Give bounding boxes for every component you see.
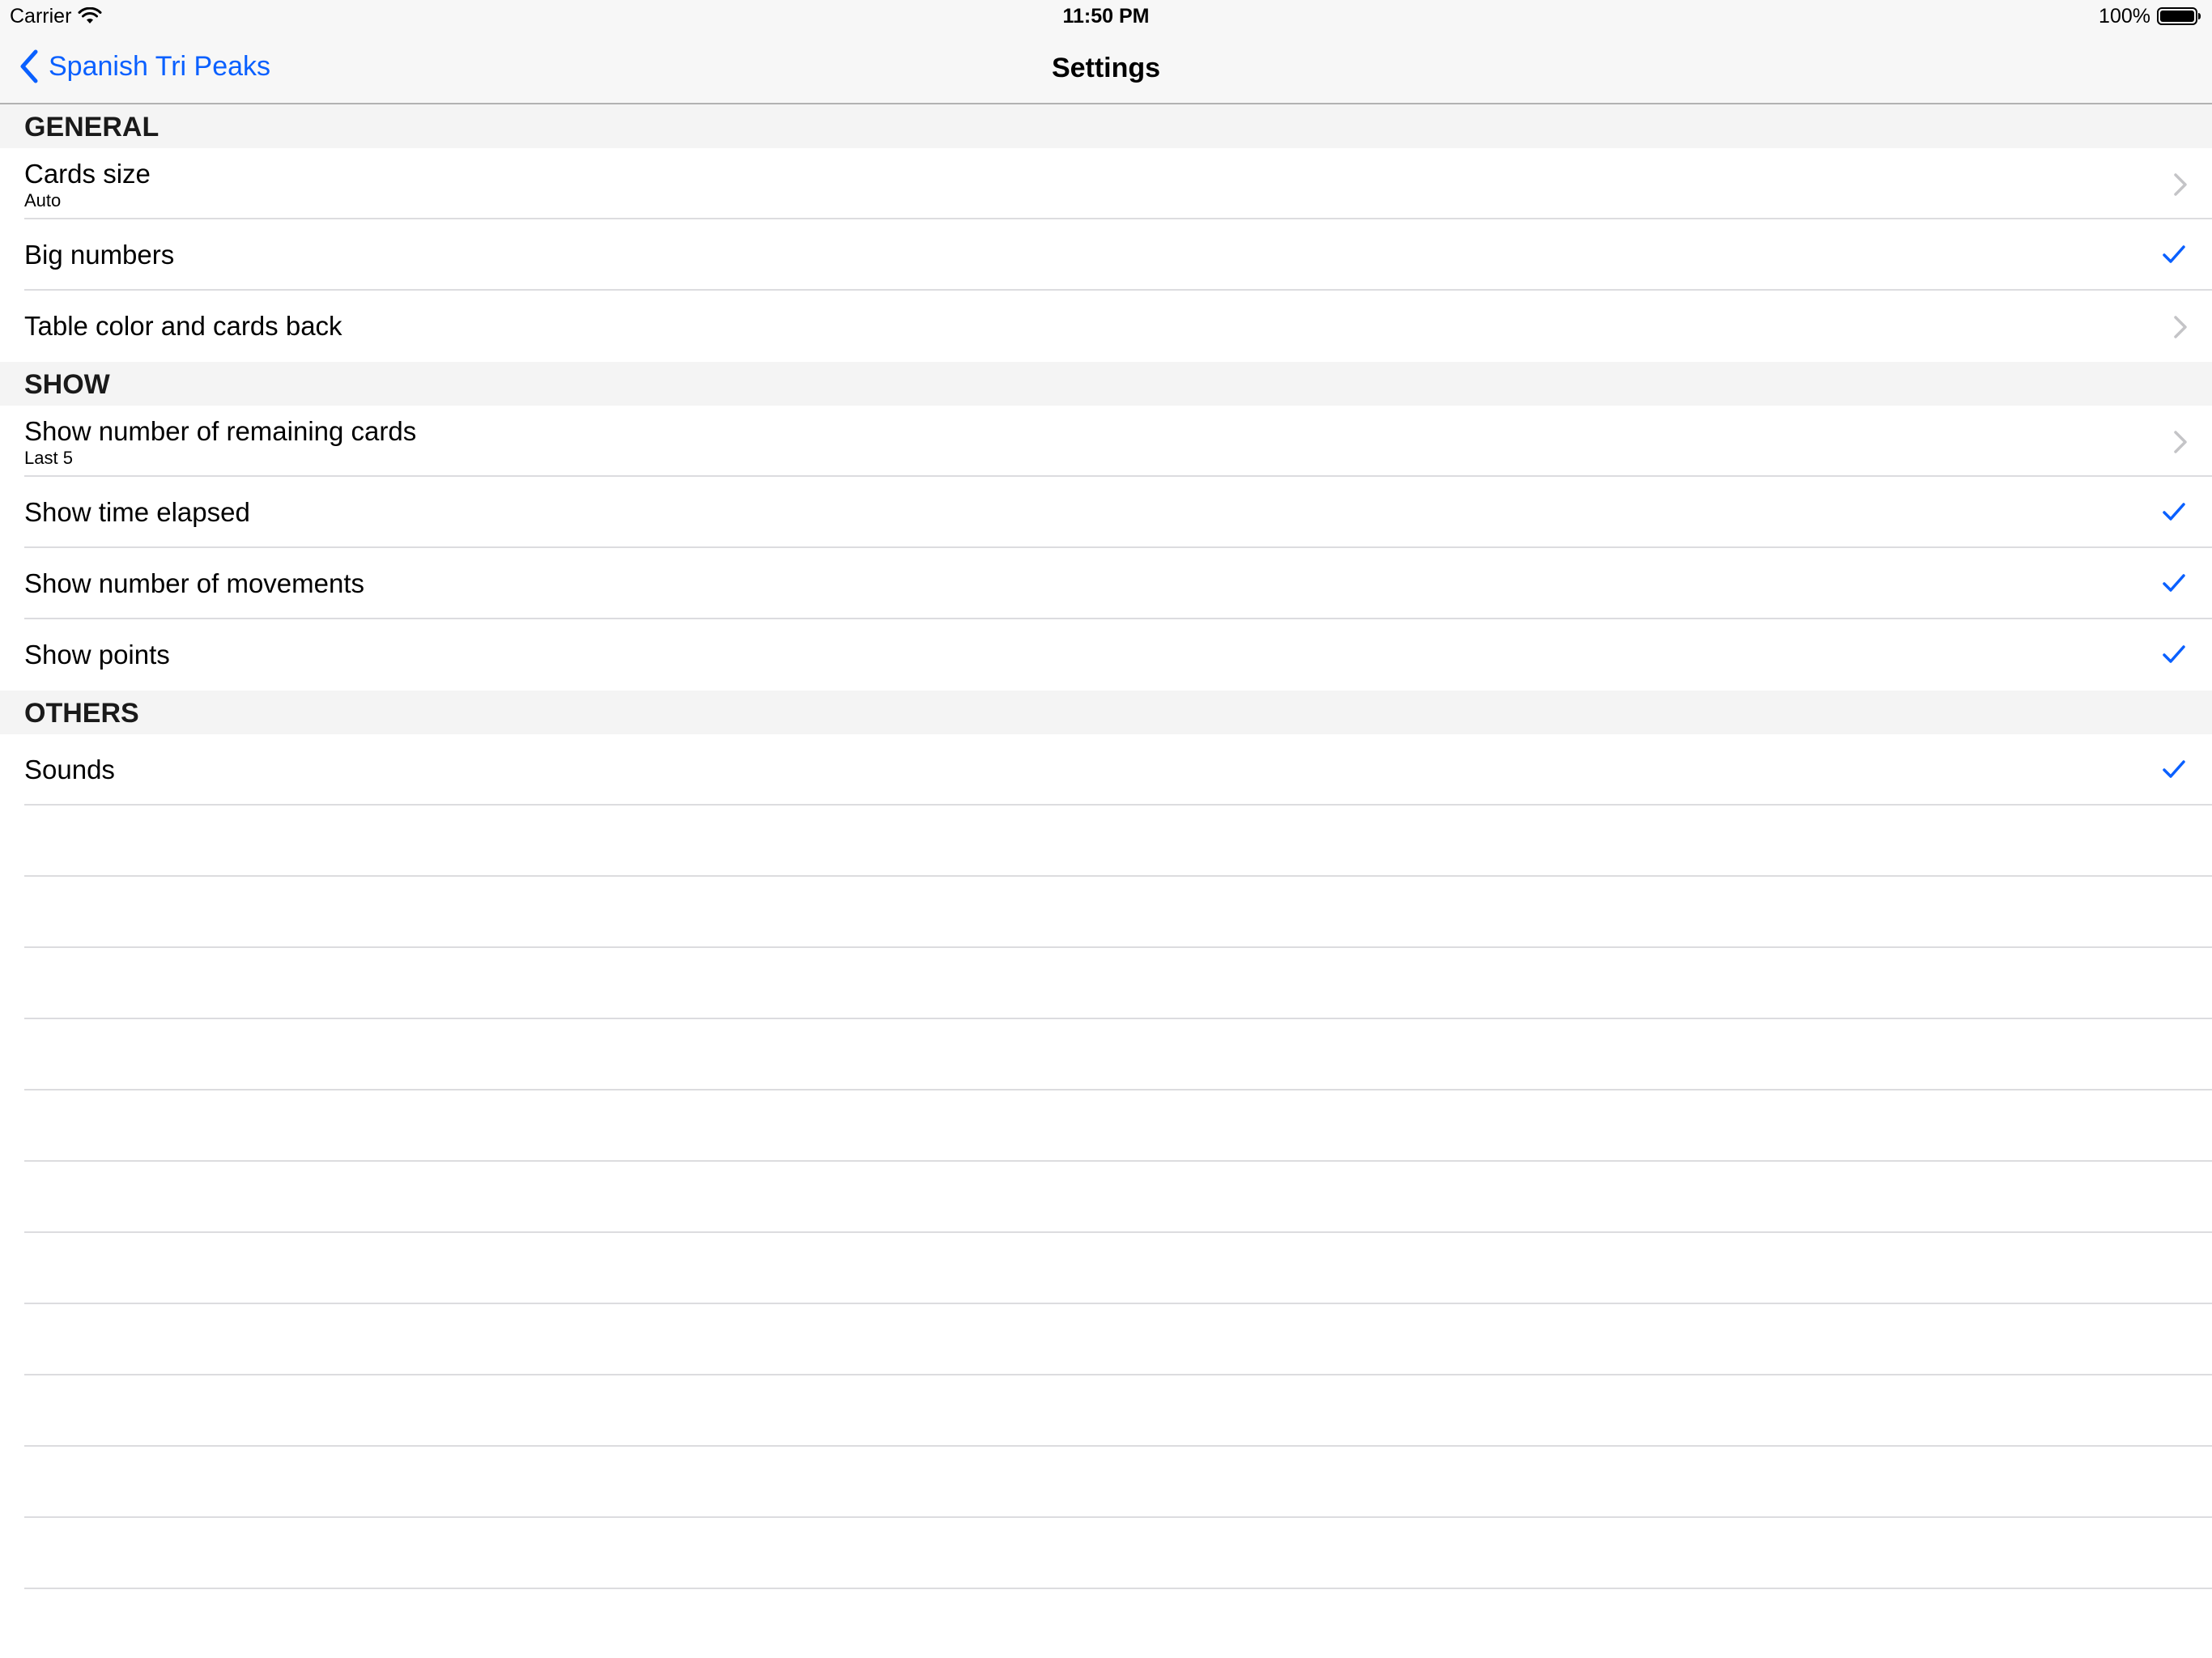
row-remaining-cards[interactable]: Show number of remaining cards Last 5 xyxy=(0,406,2212,477)
checkmark-icon xyxy=(2163,503,2185,521)
empty-row xyxy=(0,1090,2212,1162)
checkmark-icon xyxy=(2163,574,2185,592)
row-table-color[interactable]: Table color and cards back xyxy=(0,291,2212,362)
empty-row xyxy=(0,1518,2212,1589)
chevron-right-icon xyxy=(2174,316,2187,338)
section-header-general: GENERAL xyxy=(0,104,2212,148)
empty-row xyxy=(0,1233,2212,1304)
empty-row xyxy=(0,948,2212,1019)
settings-table: GENERAL Cards size Auto Big numbers Tabl… xyxy=(0,104,2212,1589)
checkmark-icon xyxy=(2163,760,2185,778)
empty-row xyxy=(0,877,2212,948)
row-value: Last 5 xyxy=(24,448,73,468)
section-header-label: OTHERS xyxy=(24,698,139,729)
battery-percent: 100% xyxy=(2099,5,2150,28)
row-cards-size[interactable]: Cards size Auto xyxy=(0,148,2212,219)
section-header-label: SHOW xyxy=(24,369,110,400)
status-bar: Carrier 11:50 PM 100% xyxy=(0,0,2212,32)
row-title: Show points xyxy=(24,640,170,670)
checkmark-icon xyxy=(2163,645,2185,663)
battery-icon xyxy=(2157,7,2201,25)
row-movements[interactable]: Show number of movements xyxy=(0,548,2212,619)
row-title: Show time elapsed xyxy=(24,497,250,527)
row-value: Auto xyxy=(24,190,62,210)
checkmark-icon xyxy=(2163,245,2185,263)
empty-row xyxy=(0,1304,2212,1375)
chevron-right-icon xyxy=(2174,431,2187,453)
settings-screen: Carrier 11:50 PM 100% Spanish Tri Peaks … xyxy=(0,0,2212,1658)
section-header-others: OTHERS xyxy=(0,691,2212,734)
empty-row xyxy=(0,1375,2212,1447)
row-big-numbers[interactable]: Big numbers xyxy=(0,219,2212,291)
empty-row xyxy=(0,1162,2212,1233)
row-title: Cards size xyxy=(24,159,151,189)
row-separator xyxy=(24,1588,2212,1589)
empty-row xyxy=(0,1447,2212,1518)
empty-row xyxy=(0,806,2212,877)
status-battery: 100% xyxy=(2099,5,2202,28)
row-points[interactable]: Show points xyxy=(0,619,2212,691)
row-time-elapsed[interactable]: Show time elapsed xyxy=(0,477,2212,548)
section-header-show: SHOW xyxy=(0,362,2212,406)
row-title: Show number of remaining cards xyxy=(24,416,417,446)
chevron-right-icon xyxy=(2174,173,2187,196)
row-sounds[interactable]: Sounds xyxy=(0,734,2212,806)
row-title: Big numbers xyxy=(24,240,175,270)
empty-row xyxy=(0,1019,2212,1090)
row-title: Sounds xyxy=(24,755,115,784)
row-title: Show number of movements xyxy=(24,568,365,598)
row-title: Table color and cards back xyxy=(24,311,342,341)
navigation-bar: Spanish Tri Peaks Settings xyxy=(0,32,2212,104)
status-time: 11:50 PM xyxy=(1062,5,1150,28)
section-header-label: GENERAL xyxy=(24,112,160,142)
page-title: Settings xyxy=(1051,53,1161,83)
